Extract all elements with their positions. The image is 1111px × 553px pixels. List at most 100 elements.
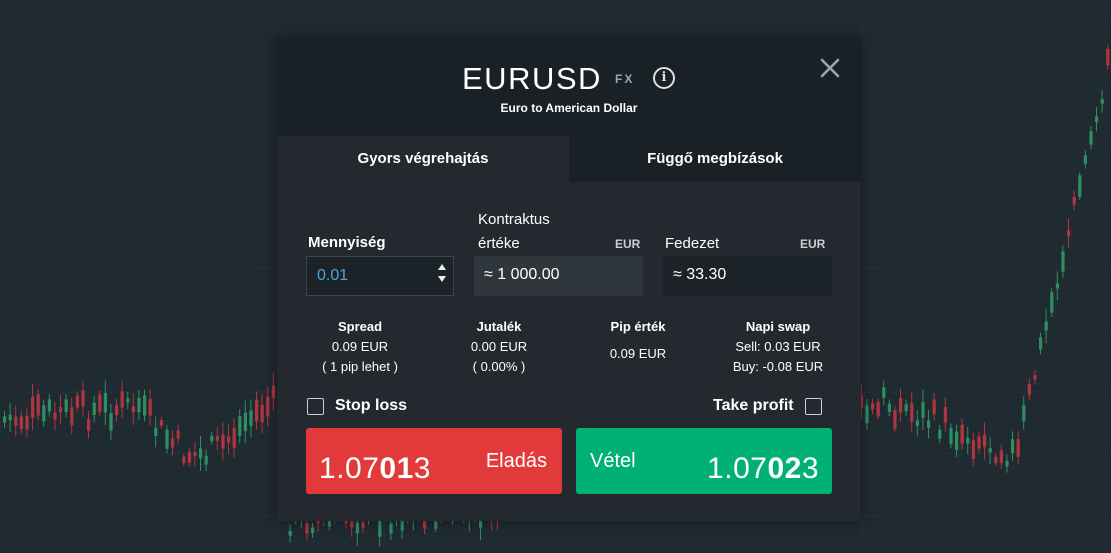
candle-body [36, 394, 40, 416]
quantity-label: Mennyiség [308, 234, 386, 251]
candle-body [971, 440, 975, 459]
candle-body [1078, 175, 1082, 197]
candle-body [966, 437, 970, 444]
commission-title: Jutalék [476, 319, 522, 334]
candle-body [260, 404, 264, 423]
margin-field: ≈ 33.30 [663, 256, 832, 296]
candle-body [126, 398, 130, 403]
candle-body [1072, 197, 1076, 205]
candle-body [120, 391, 124, 408]
candle-body [266, 396, 270, 417]
spread-value: 0.09 EUR [331, 339, 389, 354]
take-profit-label[interactable]: Take profit [713, 397, 794, 415]
candle-body [1016, 439, 1020, 457]
candle-body [115, 405, 119, 416]
candle-body [8, 414, 12, 421]
instrument-symbol: EURUSD [462, 61, 602, 96]
trade-dialog: EURUSD FX i Euro to American Dollar Gyor… [277, 39, 861, 521]
candle-body [1050, 292, 1054, 313]
candle-body [1067, 230, 1071, 237]
buy-price-suffix: 3 [801, 452, 819, 485]
instrument-description: Euro to American Dollar [500, 101, 638, 115]
candle-body [960, 424, 964, 444]
candle-body [876, 401, 880, 417]
candle-body [53, 412, 57, 420]
candle-body [103, 393, 107, 413]
candle-body [977, 436, 981, 449]
candle-body [955, 431, 959, 450]
candle-body [137, 397, 141, 413]
candle-body [988, 448, 992, 453]
candle-body [938, 429, 942, 439]
quantity-stepper[interactable] [437, 262, 447, 290]
candle-body [25, 415, 29, 430]
tab-pending-orders[interactable]: Függő megbízások [569, 136, 861, 182]
candle-body [378, 518, 382, 537]
candle-body [882, 387, 886, 398]
candle-body [131, 406, 135, 413]
candle-body [1106, 48, 1110, 66]
candle-body [893, 410, 897, 429]
candle-body [1039, 337, 1043, 350]
candle-body [227, 436, 231, 443]
close-icon[interactable] [817, 55, 843, 81]
buy-button-label: Vétel [590, 450, 636, 472]
candle-body [871, 403, 875, 410]
sell-button[interactable]: 1.07013 Eladás [306, 428, 562, 494]
candle-body [921, 402, 925, 418]
increment-arrow-icon[interactable] [438, 264, 446, 270]
candle-body [143, 395, 147, 416]
candle-body [176, 430, 180, 439]
candle-body [199, 448, 203, 459]
candle-body [887, 403, 891, 412]
candle-body [999, 450, 1003, 463]
info-icon[interactable]: i [653, 67, 675, 89]
candle-body [243, 412, 247, 431]
sell-price: 1.07013 [319, 452, 431, 486]
sell-price-suffix: 3 [413, 452, 431, 485]
candle-body [255, 399, 259, 422]
candle-body [1055, 283, 1059, 289]
pip-value-title: Pip érték [610, 319, 666, 334]
candle-body [98, 394, 102, 412]
contract-value-label-line1: Kontraktus [478, 211, 550, 228]
stop-loss-checkbox[interactable] [307, 397, 324, 415]
candle-body [305, 523, 309, 534]
stop-loss-option[interactable]: Stop loss [307, 396, 407, 416]
candle-body [1095, 116, 1099, 123]
candle-body [1100, 99, 1104, 104]
candle-body [64, 399, 68, 412]
candle-body [994, 456, 998, 464]
pip-value-amount: 0.09 EUR [609, 346, 667, 361]
candle-body [154, 427, 158, 437]
candle-body [47, 399, 51, 412]
candle-body [165, 429, 169, 449]
stop-loss-label[interactable]: Stop loss [335, 397, 407, 415]
buy-price: 1.07023 [707, 452, 819, 486]
sell-button-label: Eladás [485, 450, 547, 472]
candle-body [1033, 375, 1037, 380]
daily-swap-info: Napi swap Sell: 0.03 EUR Buy: -0.08 EUR [718, 317, 838, 377]
take-profit-checkbox[interactable] [804, 397, 822, 415]
quantity-input[interactable]: 0.01 [306, 256, 454, 296]
candle-body [59, 406, 63, 413]
tab-quick-execution[interactable]: Gyors végrehajtás [277, 136, 569, 182]
candle-body [187, 451, 191, 463]
candle-body [75, 395, 79, 408]
contract-value-field: ≈ 1 000.00 [474, 256, 643, 296]
candle-body [232, 427, 236, 449]
swap-sell: Sell: 0.03 EUR [735, 339, 821, 354]
decrement-arrow-icon[interactable] [438, 276, 446, 282]
buy-button[interactable]: Vétel 1.07023 [576, 428, 832, 494]
commission-info: Jutalék 0.00 EUR ( 0.00% ) [449, 317, 549, 377]
candle-body [389, 523, 393, 534]
candle-body [42, 405, 46, 422]
candle-body [210, 435, 214, 442]
take-profit-option[interactable]: Take profit [713, 396, 822, 416]
dialog-header: EURUSD FX i Euro to American Dollar [277, 39, 861, 136]
candle-body [904, 404, 908, 412]
candle-body [238, 416, 242, 437]
candle-body [14, 416, 18, 426]
candle-body [910, 403, 914, 422]
candle-body [927, 420, 931, 428]
